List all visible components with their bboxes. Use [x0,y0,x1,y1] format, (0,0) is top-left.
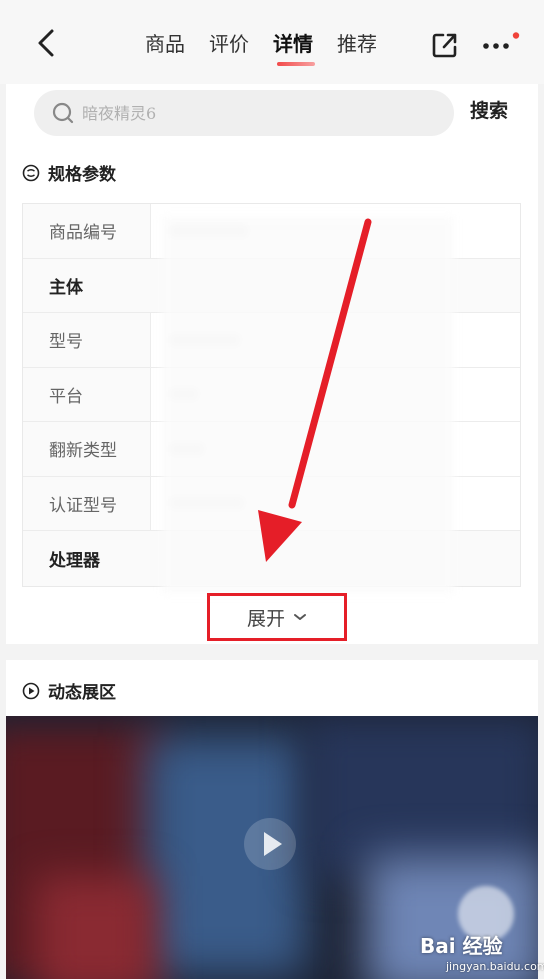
top-nav-bar: 商品 评价 详情 推荐 [0,0,544,84]
blur-mask [162,216,454,594]
search-icon [52,102,74,124]
specs-section-header: 规格参数 [22,160,116,185]
search-bar[interactable] [34,90,454,136]
watermark: Bai 经验 jingyan.baidu.com [416,930,544,978]
spec-key: 商品编号 [23,204,151,258]
spec-group-title: 主体 [23,258,151,312]
tab-reviews[interactable]: 评价 [209,28,249,64]
tab-product[interactable]: 商品 [145,28,185,64]
spec-group-title: 处理器 [23,531,151,586]
spec-key: 认证型号 [23,476,151,530]
expand-button[interactable]: 展开 [207,593,347,641]
more-dots-icon[interactable] [482,32,522,56]
notification-dot [512,32,520,39]
spec-icon [22,164,40,181]
play-circle-icon [22,682,40,699]
watermark-brand: Bai 经验 [420,934,503,958]
detail-card: 搜索 规格参数 商品编号 主体 型号 平台 [6,84,538,644]
watermark-url: jingyan.baidu.com [446,960,544,973]
tab-recommend[interactable]: 推荐 [337,28,377,64]
search-button[interactable]: 搜索 [470,96,508,123]
product-detail-page: 商品 评价 详情 推荐 搜索 [0,0,544,979]
specs-title: 规格参数 [48,165,116,185]
chevron-down-icon [294,614,306,620]
play-icon[interactable] [242,816,298,872]
dynamic-section-header: 动态展区 [22,678,116,703]
tab-details[interactable]: 详情 [273,28,315,66]
spec-key: 平台 [23,367,151,421]
share-icon[interactable] [430,30,460,60]
spec-key: 翻新类型 [23,422,151,476]
dynamic-title: 动态展区 [48,683,116,703]
tab-bar: 商品 评价 详情 推荐 [145,28,377,66]
chevron-left-icon[interactable] [34,28,60,58]
spec-key: 型号 [23,313,151,367]
search-input[interactable] [82,103,422,123]
expand-label: 展开 [246,607,285,630]
